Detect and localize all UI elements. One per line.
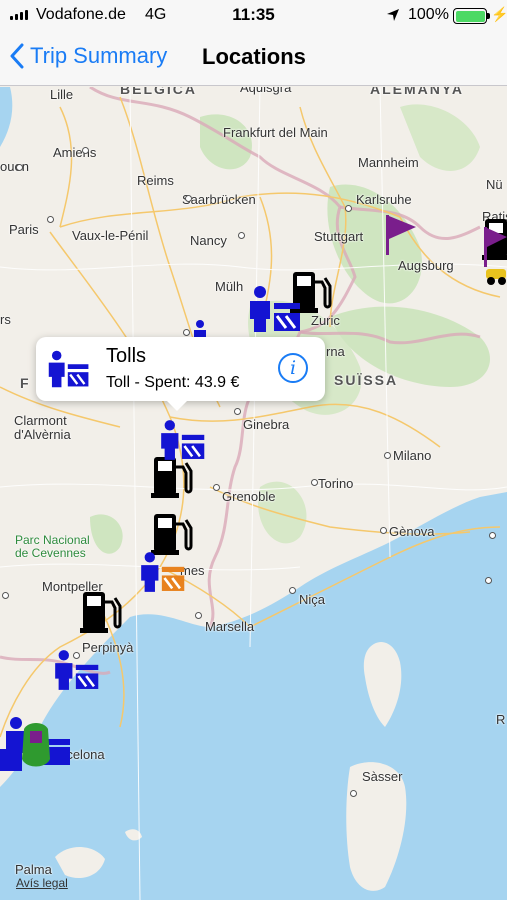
- city-dot: [489, 532, 496, 539]
- status-bar: Vodafone.de 4G 11:35 100% ⚡: [0, 0, 507, 32]
- map-label-vaux: Vaux-le-Pénil: [72, 228, 149, 243]
- map-label-rouen: ouen: [0, 159, 29, 174]
- map-label-f: F: [20, 375, 31, 391]
- city-dot: [195, 612, 202, 619]
- map-label-mannheim: Mannheim: [358, 155, 419, 170]
- toll-booth-icon[interactable]: [0, 713, 74, 773]
- toll-booth-icon[interactable]: [136, 549, 186, 595]
- flag-icon[interactable]: [384, 213, 418, 257]
- map-label-rna: rna: [326, 344, 345, 359]
- callout-pointer: [166, 400, 188, 411]
- navigation-bar: Trip Summary Locations: [0, 32, 507, 86]
- city-dot: [289, 587, 296, 594]
- city-dot: [350, 790, 357, 797]
- map-label-stuttgart: Stuttgart: [314, 229, 364, 244]
- map-label-marsella: Marsella: [205, 619, 255, 634]
- map-label-frankfurt: Frankfurt del Main: [223, 125, 328, 140]
- callout-title: Tolls: [106, 345, 147, 367]
- info-button[interactable]: i: [278, 353, 308, 383]
- city-dot: [238, 232, 245, 239]
- city-dot: [183, 329, 190, 336]
- city-dot: [345, 205, 352, 212]
- map-label-torino: Torino: [318, 476, 354, 491]
- map-label-belgica: BELGICA: [120, 87, 197, 97]
- city-dot: [485, 577, 492, 584]
- city-dot: [234, 408, 241, 415]
- map-label-aquisgra: Aquisgrà: [240, 87, 292, 95]
- map-label-ginebra: Ginebra: [243, 417, 290, 432]
- map-label-mulh: Mülh: [215, 279, 244, 294]
- back-button-label: Trip Summary: [30, 43, 168, 68]
- battery-percent: 100%: [408, 6, 449, 23]
- map-label-palma: Palma: [15, 862, 52, 877]
- city-dot: [2, 592, 9, 599]
- toll-booth-icon[interactable]: [156, 417, 206, 463]
- map-label-paris: Paris: [9, 222, 39, 237]
- city-dot: [311, 479, 318, 486]
- map-label-sasser: Sàsser: [362, 769, 403, 784]
- location-callout[interactable]: Tolls Toll - Spent: 43.9 € i: [36, 337, 325, 411]
- car-icon[interactable]: [484, 263, 507, 287]
- map-label-alemanya: ALEMANYA: [370, 87, 465, 97]
- map-label-augsburg: Augsburg: [398, 258, 454, 273]
- map-label-saarbrucken: Saarbrücken: [182, 192, 256, 207]
- map-label-r: R: [496, 712, 506, 727]
- city-dot: [47, 216, 54, 223]
- map-label-genova: Gènova: [389, 524, 435, 539]
- charging-bolt-icon: ⚡: [491, 6, 507, 22]
- chevron-left-icon: [10, 43, 24, 69]
- toll-booth-icon[interactable]: [50, 647, 100, 693]
- fuel-pump-icon[interactable]: [80, 590, 122, 634]
- map-label-park: Parc Nacional de Cevennes: [15, 533, 90, 560]
- city-dot: [380, 527, 387, 534]
- map-label-suissa: SUÏSSA: [334, 372, 399, 388]
- location-arrow-icon: [387, 9, 399, 21]
- map-view[interactable]: BELGICA ALEMANYA Aquisgrà Lille Frankfur…: [0, 87, 507, 900]
- legal-link[interactable]: Avís legal: [16, 876, 68, 890]
- back-button[interactable]: Trip Summary: [10, 43, 167, 69]
- map-label-nica: Niça: [299, 592, 326, 607]
- battery-icon: [453, 8, 490, 24]
- map-label-rs: rs: [0, 312, 11, 327]
- map-label-milano: Milano: [393, 448, 432, 463]
- toll-booth-icon: [48, 350, 89, 388]
- map-label-lille: Lille: [50, 87, 74, 102]
- city-dot: [384, 452, 391, 459]
- city-dot: [185, 195, 192, 202]
- map-label-clermont: Clarmont d'Alvèrnia: [14, 413, 71, 442]
- map-label-amiens: Amiens: [53, 145, 97, 160]
- callout-subtitle: Toll - Spent: 43.9 €: [106, 374, 240, 391]
- map-label-grenoble: Grenoble: [222, 489, 276, 504]
- city-dot: [16, 164, 23, 171]
- city-dot: [213, 484, 220, 491]
- page-title: Locations: [202, 44, 306, 69]
- map-label-zuric: Zuric: [311, 313, 340, 328]
- map-label-nancy: Nancy: [190, 233, 227, 248]
- city-dot: [82, 147, 89, 154]
- map-label-reims: Reims: [137, 173, 174, 188]
- map-label-nu: Nü: [486, 177, 503, 192]
- toll-booth-icon[interactable]: [244, 285, 302, 333]
- map-label-karlsruhe: Karlsruhe: [356, 192, 412, 207]
